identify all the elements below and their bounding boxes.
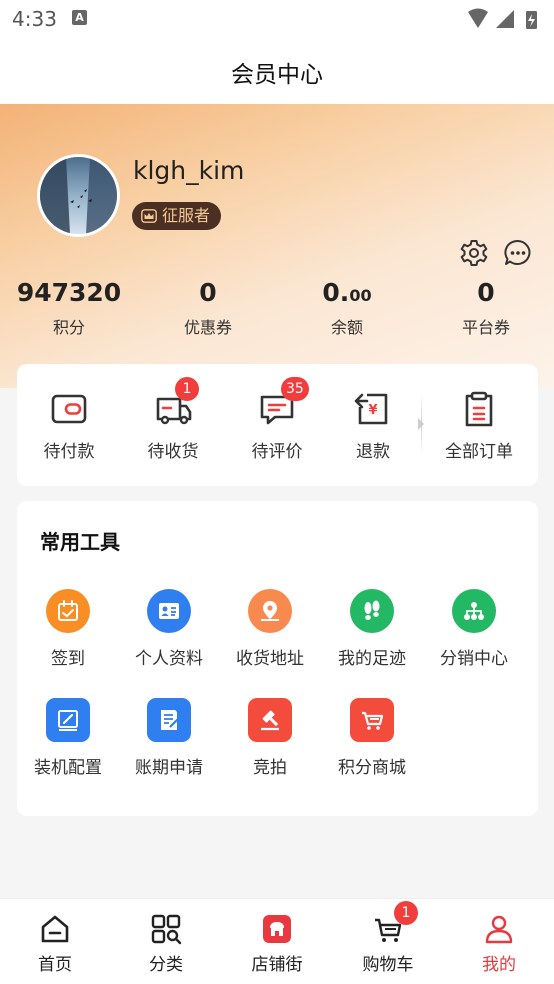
top-navbar: 会员中心: [0, 38, 554, 104]
stat-label: 优惠券: [183, 318, 232, 337]
tool-auction[interactable]: 竞拍: [219, 698, 321, 778]
order-label: 待评价: [251, 442, 303, 462]
tool-distribution[interactable]: 分销中心: [423, 589, 525, 669]
order-refund[interactable]: ¥ 退款: [321, 389, 425, 462]
tab-label: 购物车: [362, 955, 414, 975]
crown-icon: [141, 209, 157, 223]
stat-label: 积分: [52, 318, 85, 337]
order-pending-receipt[interactable]: 1 待收货: [121, 377, 225, 462]
user-icon: [483, 913, 515, 945]
tool-build-config[interactable]: 装机配置: [17, 698, 119, 778]
order-label: 全部订单: [445, 442, 513, 462]
category-icon: [150, 913, 182, 945]
tab-home[interactable]: 首页: [0, 913, 110, 975]
tools-card: 常用工具 签到 个人资料 收货地址 我的足迹 分销中心 装机配置 账期申请 竞拍…: [17, 501, 538, 816]
tool-label: 收货地址: [236, 649, 304, 669]
tool-label: 签到: [51, 649, 85, 669]
stat-points[interactable]: 947320 积分: [0, 276, 138, 338]
tool-label: 装机配置: [34, 758, 102, 778]
location-pin-icon: [248, 589, 292, 633]
footprint-icon: [350, 589, 394, 633]
order-pending-payment[interactable]: 待付款: [17, 389, 121, 462]
tool-check-in[interactable]: 签到: [17, 589, 119, 669]
tab-category[interactable]: 分类: [111, 913, 221, 975]
tab-label: 我的: [482, 955, 516, 975]
tab-label: 分类: [149, 955, 183, 975]
chat-bubble-icon: [504, 239, 531, 265]
status-time: 4:33: [12, 7, 57, 31]
order-label: 待付款: [43, 442, 95, 462]
order-pending-review[interactable]: 35 待评价: [225, 377, 329, 462]
tool-address[interactable]: 收货地址: [219, 589, 321, 669]
gavel-icon: [248, 698, 292, 742]
tab-label: 首页: [38, 955, 72, 975]
tool-label: 分销中心: [440, 649, 508, 669]
order-count-badge: 1: [175, 377, 199, 401]
document-icon: [147, 698, 191, 742]
wallet-icon: [49, 389, 89, 429]
cart-count-badge: 1: [394, 901, 418, 925]
stat-balance[interactable]: 0.00 余额: [278, 276, 416, 338]
order-all[interactable]: 全部订单: [427, 389, 531, 462]
gear-icon: [460, 240, 488, 266]
calendar-check-icon: [46, 589, 90, 633]
stat-value: 947320: [16, 278, 122, 307]
stat-value: 0: [199, 278, 217, 307]
divider-arrow: [418, 418, 424, 430]
home-icon: [39, 913, 71, 945]
tool-profile[interactable]: 个人资料: [118, 589, 220, 669]
status-bar: 4:33 A: [0, 0, 554, 38]
tool-label: 积分商城: [338, 758, 406, 778]
avatar[interactable]: [37, 154, 120, 237]
level-badge-label: 征服者: [162, 206, 211, 225]
delivery-truck-icon: 1: [153, 377, 199, 429]
orders-card: 待付款 1 待收货 35 待评价 ¥ 退款 全部订单: [17, 364, 538, 486]
wifi-icon: [468, 8, 488, 28]
tab-mine[interactable]: 我的: [444, 913, 554, 975]
cart-store-icon: [350, 698, 394, 742]
tool-label: 个人资料: [135, 649, 203, 669]
system-status-icons: [466, 8, 546, 34]
tool-label: 竞拍: [253, 758, 287, 778]
tool-points-mall[interactable]: 积分商城: [321, 698, 423, 778]
tab-label: 店铺街: [251, 955, 303, 975]
level-badge: 征服者: [132, 202, 222, 230]
tool-credit-term[interactable]: 账期申请: [118, 698, 220, 778]
balance-decimal: 00: [349, 286, 372, 305]
store-icon: [261, 913, 293, 945]
notification-icon: A: [72, 10, 87, 25]
refund-icon: ¥: [353, 389, 393, 429]
balance-integer: 0.: [322, 278, 350, 307]
stat-value: 0: [477, 278, 495, 307]
tool-label: 我的足迹: [338, 649, 406, 669]
message-button[interactable]: [503, 238, 533, 272]
edit-icon: [46, 698, 90, 742]
bottom-tabbar: 首页 分类 店铺街 1 购物车 我的: [0, 898, 554, 984]
order-label: 待收货: [147, 442, 199, 462]
svg-text:¥: ¥: [368, 403, 377, 418]
account-stats: 947320 积分 0 优惠券 0.00 余额 0 平台券: [0, 276, 554, 346]
section-title: 常用工具: [40, 530, 120, 554]
stat-value: 0.00: [278, 276, 416, 310]
username: klgh_kim: [133, 156, 245, 185]
page-title: 会员中心: [231, 62, 323, 88]
id-card-icon: [147, 589, 191, 633]
tab-cart[interactable]: 1 购物车: [333, 901, 443, 975]
order-count-badge: 35: [281, 377, 309, 401]
stat-coupons[interactable]: 0 优惠券: [139, 276, 277, 338]
clipboard-icon: [459, 389, 499, 429]
stat-label: 平台券: [461, 318, 510, 337]
cart-icon: 1: [372, 901, 418, 945]
signal-icon: [496, 10, 514, 28]
order-label: 退款: [356, 442, 390, 462]
stat-label: 余额: [330, 318, 363, 337]
settings-button[interactable]: [459, 238, 489, 272]
tool-footprint[interactable]: 我的足迹: [321, 589, 423, 669]
org-chart-icon: [452, 589, 496, 633]
tool-label: 账期申请: [135, 758, 203, 778]
stat-platform-coupons[interactable]: 0 平台券: [417, 276, 554, 338]
tab-store-street[interactable]: 店铺街: [222, 913, 332, 975]
comment-icon: 35: [257, 377, 309, 429]
